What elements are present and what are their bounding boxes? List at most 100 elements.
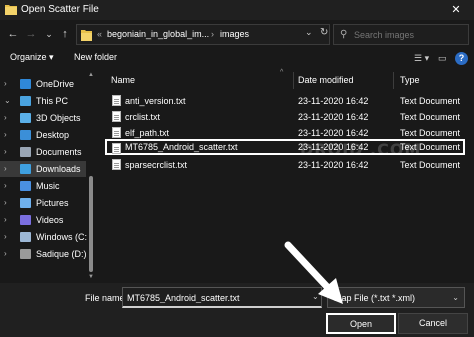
sidebar-item-label: Sadique (D:): [36, 249, 87, 259]
file-type-cell: Text Document: [400, 112, 461, 122]
address-overflow-icon[interactable]: «: [97, 29, 102, 39]
sidebar-item-videos[interactable]: › Videos: [0, 212, 86, 228]
up-arrow-icon[interactable]: ↑: [58, 26, 72, 42]
scroll-down-icon[interactable]: ▼: [88, 274, 94, 280]
chevron-down-icon[interactable]: ⌄: [312, 292, 319, 301]
search-input[interactable]: [354, 28, 464, 42]
chevron-right-icon[interactable]: ›: [4, 232, 7, 241]
file-name-cell: sparsecrclist.txt: [125, 160, 188, 170]
folder-icon: [5, 5, 17, 15]
back-arrow-icon[interactable]: ←: [6, 26, 20, 42]
search-box[interactable]: ⚲: [333, 24, 469, 45]
chevron-down-icon: ⌄: [452, 293, 459, 302]
file-name-combobox[interactable]: [122, 287, 322, 308]
sidebar-item-music[interactable]: › Music: [0, 178, 86, 194]
cloud-icon: [20, 79, 31, 89]
view-options-icon[interactable]: ☰ ▾: [414, 53, 429, 64]
sidebar-scrollbar[interactable]: ▲ ▼: [88, 72, 94, 280]
file-type-value: Map File (*.txt *.xml): [334, 293, 416, 303]
forward-arrow-icon[interactable]: →: [24, 26, 38, 42]
file-list: anti_version.txt 23-11-2020 16:42 Text Doc…: [100, 93, 474, 173]
downloads-icon: [20, 164, 31, 174]
sidebar-item-label: Pictures: [36, 198, 69, 208]
sidebar-item-label: OneDrive: [36, 79, 75, 89]
file-type-cell: Text Document: [400, 160, 461, 170]
3d-objects-icon: [20, 113, 31, 123]
documents-icon: [20, 147, 31, 157]
folder-icon: [81, 30, 92, 41]
date-modified-cell: 23-11-2020 16:42: [298, 112, 369, 122]
column-divider[interactable]: [393, 72, 394, 89]
sidebar-item-downloads[interactable]: › Downloads: [0, 161, 86, 177]
window-title: Open Scatter File: [21, 4, 99, 15]
text-file-icon: [112, 111, 121, 122]
file-type-cell: Text Document: [400, 96, 461, 106]
new-folder-button[interactable]: New folder: [74, 52, 117, 62]
column-header-date[interactable]: Date modified: [298, 75, 354, 85]
chevron-right-icon[interactable]: ›: [4, 147, 7, 156]
scrollbar-thumb[interactable]: [89, 176, 93, 272]
chevron-right-icon[interactable]: ›: [4, 113, 7, 122]
sidebar-item-label: Documents: [36, 147, 82, 157]
sidebar-item-windows-c[interactable]: › Windows (C:: [0, 229, 88, 245]
sidebar-item-label: Music: [36, 181, 60, 191]
file-type-select[interactable]: Map File (*.txt *.xml) ⌄: [327, 287, 465, 308]
chevron-down-icon[interactable]: ⌄: [4, 96, 11, 105]
sidebar-item-3d-objects[interactable]: › 3D Objects: [0, 110, 86, 126]
sidebar-item-documents[interactable]: › Documents: [0, 144, 86, 160]
chevron-right-icon[interactable]: ›: [4, 130, 7, 139]
address-separator-icon[interactable]: ›: [211, 29, 214, 39]
watermark-text: DROID .COM: [300, 140, 422, 159]
text-file-icon: [112, 143, 121, 154]
chevron-right-icon[interactable]: ›: [4, 181, 7, 190]
title-bar: Open Scatter File ✕: [0, 0, 474, 20]
column-headers: ^ Name Date modified Type: [100, 69, 474, 89]
address-segment[interactable]: begoniain_in_global_im...: [107, 29, 209, 39]
command-bar: Organize ▾ New folder ☰ ▾ ▭: [0, 48, 474, 68]
navigation-pane: › OneDrive ⌄ This PC › 3D Objects › Desktop › Doc…: [0, 72, 96, 280]
sidebar-item-label: Windows (C:: [36, 232, 88, 242]
table-row[interactable]: sparsecrclist.txt 23-11-2020 16:42 Text Do…: [100, 157, 470, 173]
column-divider[interactable]: [293, 72, 294, 89]
file-name-cell: anti_version.txt: [125, 96, 186, 106]
open-button[interactable]: Open: [326, 313, 396, 334]
organize-button[interactable]: Organize ▾: [10, 52, 54, 63]
file-name-label: File name:: [85, 293, 128, 303]
cancel-button[interactable]: Cancel: [398, 313, 468, 334]
close-icon[interactable]: ✕: [438, 0, 474, 20]
text-file-icon: [112, 95, 121, 106]
column-header-name[interactable]: Name: [111, 75, 135, 85]
chevron-right-icon[interactable]: ›: [4, 215, 7, 224]
sidebar-item-label: Videos: [36, 215, 64, 225]
date-modified-cell: 23-11-2020 16:42: [298, 128, 369, 138]
scroll-up-icon[interactable]: ▲: [88, 72, 94, 78]
sidebar-item-pictures[interactable]: › Pictures: [0, 195, 86, 211]
preview-pane-icon[interactable]: ▭: [438, 53, 447, 64]
sidebar-item-label: Desktop: [36, 130, 70, 140]
sidebar-item-this-pc[interactable]: ⌄ This PC: [0, 93, 86, 109]
chevron-down-icon[interactable]: ⌄: [305, 27, 313, 38]
file-name-input[interactable]: [127, 291, 307, 305]
refresh-icon[interactable]: ↻: [320, 27, 328, 38]
pictures-icon: [20, 198, 31, 208]
chevron-right-icon[interactable]: ›: [4, 164, 7, 173]
chevron-right-icon[interactable]: ›: [4, 249, 7, 258]
videos-icon: [20, 215, 31, 225]
table-row[interactable]: crclist.txt 23-11-2020 16:42 Text Document: [100, 109, 470, 125]
chevron-right-icon[interactable]: ›: [4, 79, 7, 88]
sidebar-item-sadique-d[interactable]: › Sadique (D:): [0, 246, 87, 262]
sidebar-item-desktop[interactable]: › Desktop: [0, 127, 86, 143]
text-file-icon: [112, 159, 121, 170]
date-modified-cell: 23-11-2020 16:42: [298, 96, 369, 106]
recent-locations-icon[interactable]: ⌄: [42, 26, 56, 42]
sidebar-item-onedrive[interactable]: › OneDrive: [0, 76, 86, 92]
sidebar-item-label: 3D Objects: [36, 113, 81, 123]
file-name-cell: crclist.txt: [125, 112, 160, 122]
address-segment-current[interactable]: images: [220, 29, 249, 39]
chevron-right-icon[interactable]: ›: [4, 198, 7, 207]
file-name-cell: MT6785_Android_scatter.txt: [125, 142, 238, 152]
help-icon[interactable]: ?: [455, 52, 468, 65]
column-header-type[interactable]: Type: [400, 75, 420, 85]
table-row[interactable]: anti_version.txt 23-11-2020 16:42 Text Doc…: [100, 93, 470, 109]
address-bar[interactable]: « begoniain_in_global_im... › images: [76, 24, 330, 45]
